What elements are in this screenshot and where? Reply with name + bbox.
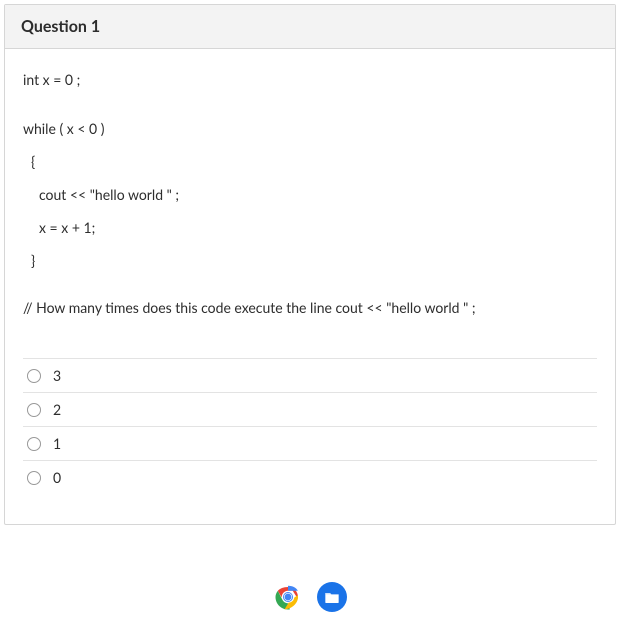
option-row[interactable]: 2 — [23, 393, 597, 427]
taskbar — [0, 576, 620, 618]
option-radio[interactable] — [27, 403, 41, 417]
code-line-stmt2: x = x + 1; — [23, 217, 597, 238]
option-radio[interactable] — [27, 437, 41, 451]
code-line-decl: int x = 0 ; — [23, 69, 597, 90]
option-row[interactable]: 0 — [23, 461, 597, 494]
option-label: 3 — [53, 367, 61, 384]
option-label: 1 — [53, 435, 61, 452]
code-line-while: while ( x < 0 ) — [23, 118, 597, 139]
question-card: Question 1 int x = 0 ; while ( x < 0 ) {… — [4, 4, 616, 525]
question-header: Question 1 — [5, 5, 615, 49]
question-body: int x = 0 ; while ( x < 0 ) { cout << "h… — [5, 49, 615, 524]
code-comment: // How many times does this code execute… — [23, 299, 597, 316]
chrome-icon[interactable] — [273, 582, 303, 612]
option-radio[interactable] — [27, 471, 41, 485]
option-label: 2 — [53, 401, 61, 418]
code-block: while ( x < 0 ) { cout << "hello world "… — [23, 118, 597, 271]
code-line-stmt1: cout << "hello world " ; — [23, 184, 597, 205]
option-row[interactable]: 3 — [23, 359, 597, 393]
code-line-close-brace: } — [23, 250, 597, 271]
question-title: Question 1 — [21, 17, 599, 36]
file-explorer-icon[interactable] — [317, 582, 347, 612]
code-line-open-brace: { — [23, 151, 597, 172]
option-label: 0 — [53, 469, 61, 486]
option-row[interactable]: 1 — [23, 427, 597, 461]
option-radio[interactable] — [27, 369, 41, 383]
answer-options: 3 2 1 0 — [23, 358, 597, 494]
